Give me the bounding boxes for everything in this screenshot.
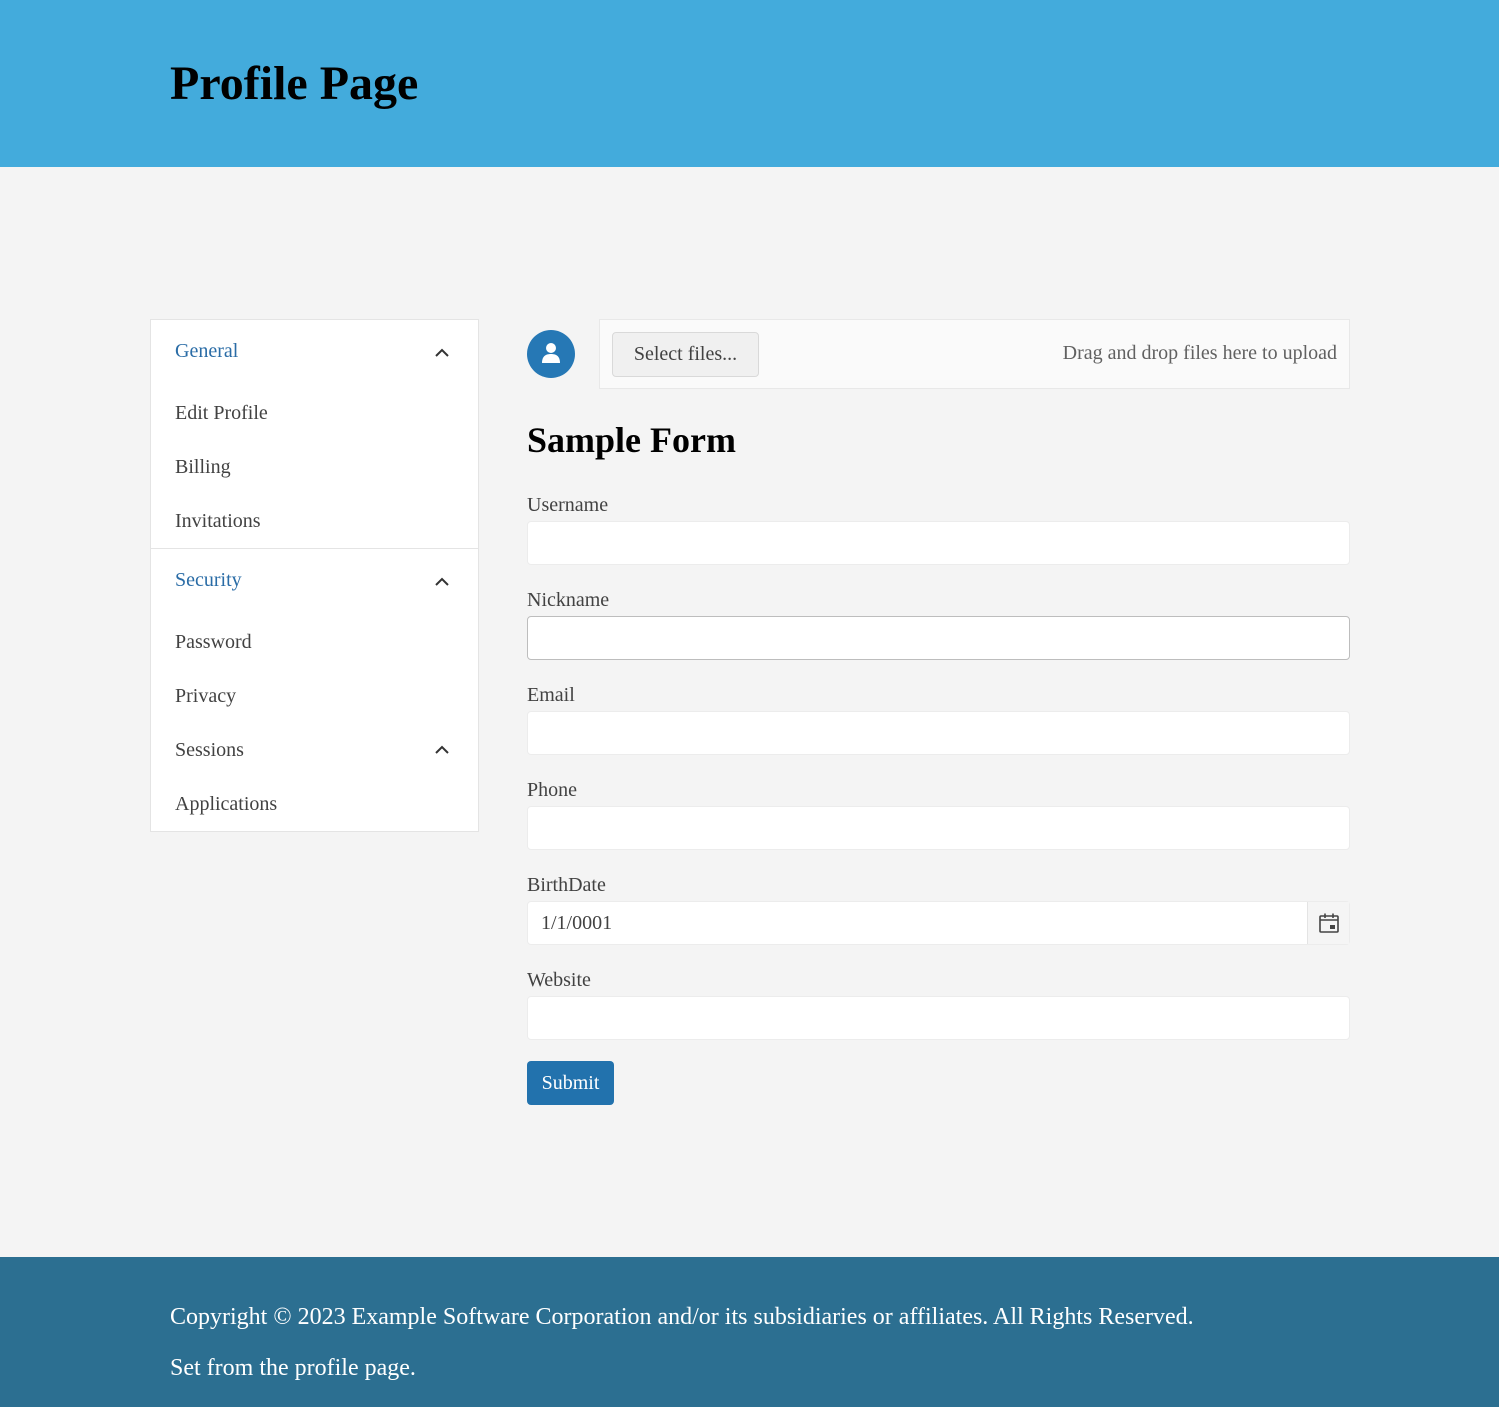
sidebar-item-sessions[interactable]: Sessions xyxy=(151,731,478,771)
sidebar-item-password[interactable]: Password xyxy=(151,623,478,663)
sidebar-item-invitations[interactable]: Invitations xyxy=(151,502,478,542)
avatar xyxy=(527,330,575,378)
sidebar-item-edit-profile[interactable]: Edit Profile xyxy=(151,394,478,434)
sidebar-group-security[interactable]: Security xyxy=(151,549,478,607)
birthdate-label: BirthDate xyxy=(527,874,606,896)
chevron-up-icon xyxy=(434,745,450,755)
footer-copyright: Copyright © 2023 Example Software Corpor… xyxy=(170,1304,1194,1330)
phone-field[interactable] xyxy=(527,806,1350,850)
sidebar-item-privacy[interactable]: Privacy xyxy=(151,677,478,717)
sidebar-group-label: General xyxy=(175,340,239,362)
username-field[interactable] xyxy=(527,521,1350,565)
sidebar-item-label: Edit Profile xyxy=(175,402,268,424)
user-icon xyxy=(542,343,560,363)
sidebar-item-label: Sessions xyxy=(175,739,244,761)
sidebar-item-label: Password xyxy=(175,631,252,653)
chevron-up-icon xyxy=(434,577,450,587)
sidebar-item-label: Applications xyxy=(175,793,278,815)
sidebar-item-label: Privacy xyxy=(175,685,237,707)
submit-button[interactable]: Submit xyxy=(527,1061,614,1105)
chevron-up-icon xyxy=(434,348,450,358)
phone-label: Phone xyxy=(527,779,577,801)
nickname-field[interactable] xyxy=(527,616,1350,660)
calendar-icon xyxy=(1319,913,1339,933)
page-title: Profile Page xyxy=(170,57,419,110)
sidebar-item-applications[interactable]: Applications xyxy=(151,785,478,825)
page-footer: Copyright © 2023 Example Software Corpor… xyxy=(0,1257,1499,1407)
calendar-button[interactable] xyxy=(1307,902,1349,944)
sidebar-panelbar: General Edit Profile Billing Invitations… xyxy=(150,319,479,832)
drop-hint: Drag and drop files here to upload xyxy=(1062,342,1337,364)
select-files-button[interactable]: Select files... xyxy=(612,332,759,377)
sidebar-group-label: Security xyxy=(175,569,242,591)
nickname-label: Nickname xyxy=(527,589,610,611)
username-label: Username xyxy=(527,494,609,516)
sidebar-group-general[interactable]: General xyxy=(151,320,478,378)
sidebar-item-label: Billing xyxy=(175,456,231,478)
birthdate-field[interactable] xyxy=(528,902,1308,944)
file-upload-dropzone[interactable]: Select files... Drag and drop files here… xyxy=(599,319,1350,389)
birthdate-datepicker xyxy=(527,901,1350,945)
email-field[interactable] xyxy=(527,711,1350,755)
footer-note: Set from the profile page. xyxy=(170,1355,416,1381)
email-label: Email xyxy=(527,684,575,706)
sidebar-item-billing[interactable]: Billing xyxy=(151,448,478,488)
page-header: Profile Page xyxy=(0,0,1499,167)
website-label: Website xyxy=(527,969,591,991)
website-field[interactable] xyxy=(527,996,1350,1040)
form-title: Sample Form xyxy=(527,420,736,460)
sidebar-item-label: Invitations xyxy=(175,510,261,532)
